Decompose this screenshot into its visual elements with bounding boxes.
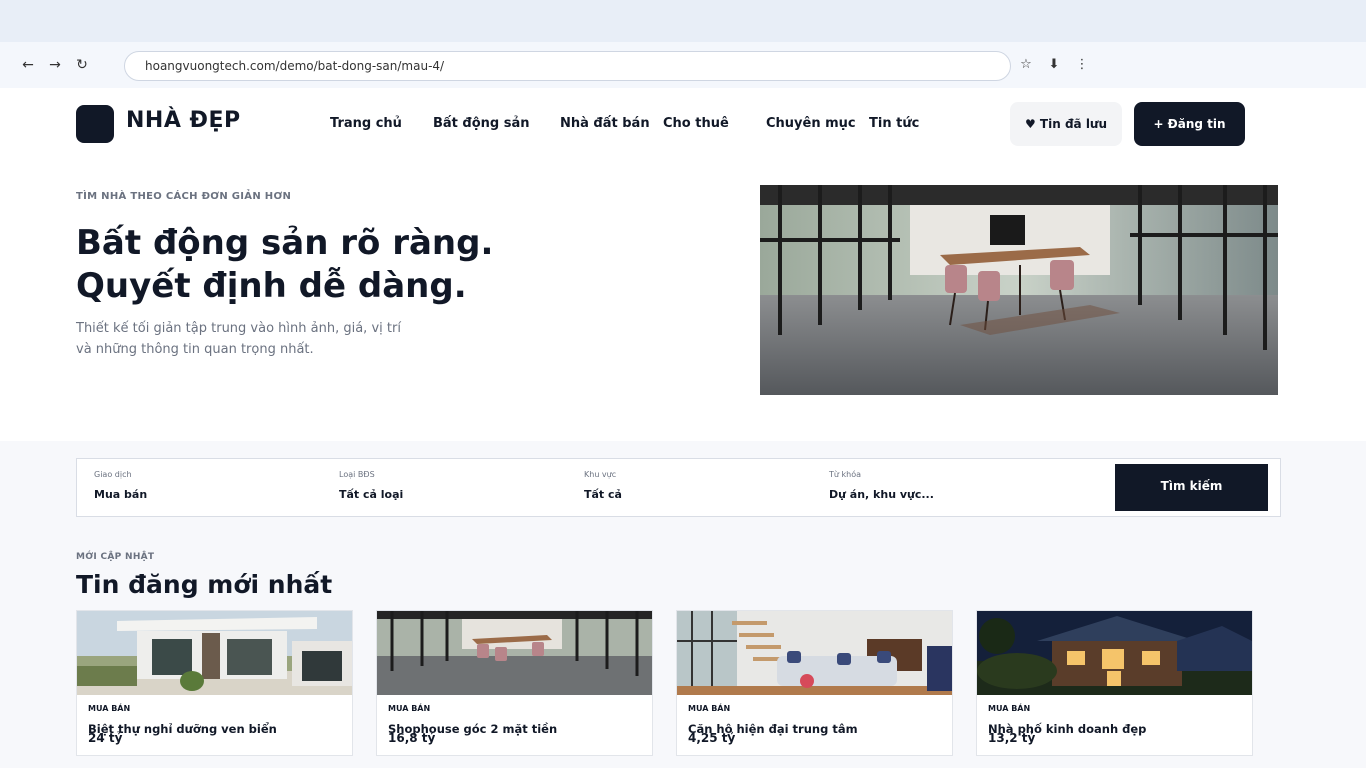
hero-subtitle-line1: Thiết kế tối giản tập trung vào hình ảnh… [76, 321, 401, 336]
listing-price: 13,2 tỷ [988, 731, 1036, 745]
transaction-select[interactable]: Mua bán [94, 488, 147, 501]
property-type-label: Loại BĐS [339, 470, 375, 479]
listings-title: Tin đăng mới nhất [76, 570, 333, 599]
property-type-select[interactable]: Tất cả loại [339, 488, 403, 501]
nav-item-for-rent[interactable]: Cho thuê [663, 116, 729, 131]
bookmark-star-icon[interactable]: ☆ [1016, 54, 1036, 76]
listing-image-apartment [677, 611, 952, 695]
hero-image-interior [760, 185, 1278, 395]
hero-title-line1: Bất động sản rõ ràng. [76, 223, 494, 263]
listing-price: 16,8 tỷ [388, 731, 436, 745]
nav-item-for-sale[interactable]: Nhà đất bán [560, 116, 650, 131]
keyword-label: Từ khóa [829, 470, 861, 479]
address-bar[interactable]: hoangvuongtech.com/demo/bat-dong-san/mau… [124, 51, 1011, 81]
browser-tabstrip [0, 0, 1366, 42]
hero-subtitle: Thiết kế tối giản tập trung vào hình ảnh… [76, 318, 401, 360]
listing-card[interactable]: MUA BÁN Căn hộ hiện đại trung tâm 4,25 t… [676, 610, 953, 756]
browser-toolbar: ← → ↻ hoangvuongtech.com/demo/bat-dong-s… [0, 42, 1366, 88]
back-icon[interactable]: ← [17, 54, 39, 76]
listing-price: 4,25 tỷ [688, 731, 736, 745]
listing-price: 24 tỷ [88, 731, 123, 745]
hero-title-line2: Quyết định dễ dàng. [76, 266, 467, 306]
forward-icon[interactable]: → [44, 54, 66, 76]
hero-title: Bất động sản rõ ràng. Quyết định dễ dàng… [76, 222, 493, 308]
site-header: NHÀ ĐẸP Trang chủ Bất động sản Nhà đất b… [0, 88, 1366, 160]
reload-icon[interactable]: ↻ [71, 54, 93, 76]
area-select[interactable]: Tất cả [584, 488, 622, 501]
saved-listings-button[interactable]: ♥ Tin đã lưu [1010, 102, 1122, 146]
listings-eyebrow: MỚI CẬP NHẬT [76, 552, 155, 562]
listing-image-townhouse [977, 611, 1252, 695]
hero-subtitle-line2: và những thông tin quan trọng nhất. [76, 342, 314, 357]
url-text: hoangvuongtech.com/demo/bat-dong-san/mau… [145, 59, 445, 73]
area-label: Khu vực [584, 470, 617, 479]
listing-image-villa [77, 611, 352, 695]
download-icon[interactable]: ⬇ [1044, 54, 1064, 76]
search-button[interactable]: Tìm kiếm [1115, 464, 1268, 511]
listing-card[interactable]: MUA BÁN Shophouse góc 2 mặt tiền 16,8 tỷ [376, 610, 653, 756]
logo-icon[interactable] [76, 105, 114, 143]
nav-item-real-estate[interactable]: Bất động sản [433, 116, 530, 131]
listing-image-shophouse [377, 611, 652, 695]
logo-text[interactable]: NHÀ ĐẸP [126, 108, 241, 133]
listing-tag: MUA BÁN [988, 704, 1031, 713]
browser-menu-icon[interactable]: ⋮ [1072, 54, 1092, 76]
nav-item-news[interactable]: Tin tức [869, 116, 919, 131]
listing-card[interactable]: MUA BÁN Biệt thự nghỉ dưỡng ven biển 24 … [76, 610, 353, 756]
listing-card[interactable]: MUA BÁN Nhà phố kinh doanh đẹp 13,2 tỷ [976, 610, 1253, 756]
keyword-input[interactable]: Dự án, khu vực... [829, 488, 934, 501]
listing-tag: MUA BÁN [388, 704, 431, 713]
listing-tag: MUA BÁN [88, 704, 131, 713]
listing-tag: MUA BÁN [688, 704, 731, 713]
transaction-label: Giao dịch [94, 470, 132, 479]
search-form: Giao dịch Mua bán Loại BĐS Tất cả loại K… [76, 458, 1281, 517]
nav-item-home[interactable]: Trang chủ [330, 116, 402, 131]
post-listing-button[interactable]: + Đăng tin [1134, 102, 1245, 146]
nav-item-categories[interactable]: Chuyên mục [766, 116, 856, 131]
hero-eyebrow: TÌM NHÀ THEO CÁCH ĐƠN GIẢN HƠN [76, 191, 292, 202]
